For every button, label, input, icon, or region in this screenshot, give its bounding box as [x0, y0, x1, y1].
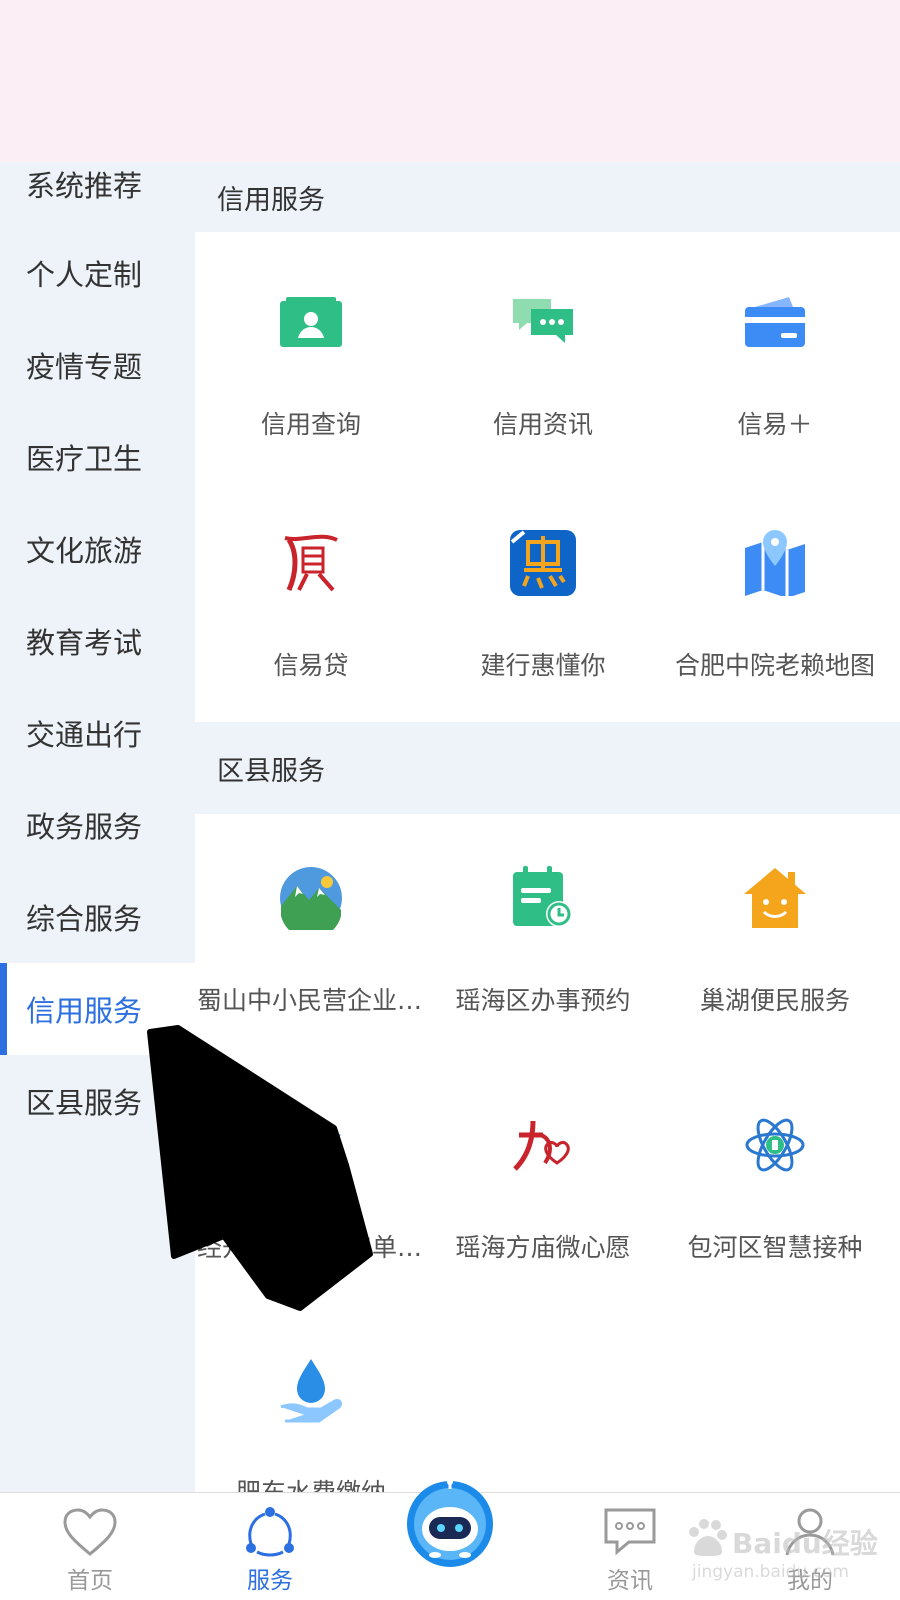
tile-yaohai-appointment[interactable]: 瑶海区办事预约	[427, 865, 659, 1017]
tab-label: 首页	[67, 1568, 113, 1594]
tile-label: 信用资讯	[492, 410, 593, 439]
section-header-district: 区县服务	[195, 722, 900, 814]
tab-label: 资讯	[607, 1568, 653, 1594]
sidebar-item-district[interactable]: 区县服务	[0, 1055, 195, 1147]
tile-deadbeat-map[interactable]: 合肥中院老赖地图	[659, 530, 891, 682]
hui-logo-icon	[510, 530, 576, 596]
message-icon	[600, 1505, 660, 1559]
mountain-icon	[278, 865, 344, 931]
tile-label: 巢湖便民服务	[699, 986, 850, 1015]
tile-label: 经开区企业用工单位服务	[197, 1233, 425, 1262]
id-card-icon	[278, 289, 344, 355]
water-drop-hand-icon	[278, 1357, 344, 1423]
sidebar-item-transport[interactable]: 交通出行	[0, 687, 195, 779]
tile-xin-yi-dai[interactable]: 信易贷	[195, 530, 427, 682]
sidebar-item-epidemic[interactable]: 疫情专题	[0, 319, 195, 411]
tile-label: 肥东水费缴纳	[236, 1473, 386, 1492]
cards-icon	[742, 289, 808, 355]
tile-jianhang-hui[interactable]: 建行惠懂你	[427, 530, 659, 682]
sidebar-item-medical[interactable]: 医疗卫生	[0, 411, 195, 503]
tile-credit-query[interactable]: 信用查询	[195, 289, 427, 441]
chat-bubbles-icon	[510, 289, 576, 355]
tab-home[interactable]: 首页	[0, 1493, 180, 1600]
tile-label: 瑶海区办事预约	[455, 986, 631, 1015]
map-pin-icon	[742, 530, 808, 596]
tile-label: 合肥中院老赖地图	[674, 651, 875, 680]
tile-jingkai-employment[interactable]: 经开区企业用工单位服务	[195, 1112, 427, 1264]
graduation-cap-icon	[278, 1112, 344, 1178]
tile-label: 信易＋	[737, 410, 813, 439]
xin-yi-dai-logo-icon	[278, 530, 344, 596]
atom-icon	[742, 1112, 808, 1178]
tile-feidong-water[interactable]: 肥东水费缴纳	[195, 1357, 427, 1492]
tile-label: 包河区智慧接种	[687, 1233, 863, 1262]
category-sidebar: 系统推荐 个人定制 疫情专题 医疗卫生 文化旅游 教育考试 交通出行 政务服务 …	[0, 162, 195, 1492]
sidebar-item-culture-travel[interactable]: 文化旅游	[0, 503, 195, 595]
tile-baohe-vaccination[interactable]: 包河区智慧接种	[659, 1112, 891, 1264]
sidebar-item-recommend[interactable]: 系统推荐	[0, 138, 195, 230]
tile-shushan-enterprise[interactable]: 蜀山中小民营企业服务平台	[195, 865, 427, 1017]
sidebar-item-education[interactable]: 教育考试	[0, 595, 195, 687]
tile-chaohu-service[interactable]: 巢湖便民服务	[659, 865, 891, 1017]
tile-label: 信用查询	[260, 410, 361, 439]
tile-label: 瑶海方庙微心愿	[455, 1233, 631, 1262]
tile-yaohai-wish[interactable]: 瑶海方庙微心愿	[427, 1112, 659, 1264]
service-content: 信用服务 信用查询 信用资讯 信易＋ 信易贷 建行惠懂你 合肥中院老赖地图 区县…	[195, 162, 900, 1492]
tile-credit-news[interactable]: 信用资讯	[427, 289, 659, 441]
section-header-credit: 信用服务	[195, 162, 900, 232]
sidebar-item-credit[interactable]: 信用服务	[0, 963, 195, 1055]
paw-logo-icon	[689, 1519, 727, 1556]
watermark-text: Baidu经验	[732, 1527, 878, 1560]
robot-assistant-icon[interactable]	[405, 1479, 495, 1569]
tile-label: 信易贷	[273, 651, 349, 680]
watermark-url: jingyan.baidu.com	[692, 1562, 849, 1582]
heart-wish-icon	[510, 1112, 576, 1178]
tile-label: 建行惠懂你	[480, 651, 606, 680]
heart-icon	[60, 1505, 120, 1559]
share-nodes-icon	[240, 1505, 300, 1559]
tab-services[interactable]: 服务	[180, 1493, 360, 1600]
sidebar-item-general[interactable]: 综合服务	[0, 871, 195, 963]
tile-xin-yi-plus[interactable]: 信易＋	[659, 289, 891, 441]
sidebar-item-government[interactable]: 政务服务	[0, 779, 195, 871]
tab-label: 服务	[247, 1568, 293, 1594]
smiling-house-icon	[742, 865, 808, 931]
calendar-clock-icon	[510, 865, 576, 931]
sidebar-item-personal[interactable]: 个人定制	[0, 227, 195, 319]
baidu-watermark: Baidu经验 jingyan.baidu.com	[684, 1518, 894, 1588]
tile-label: 蜀山中小民营企业服务平台	[197, 986, 425, 1015]
